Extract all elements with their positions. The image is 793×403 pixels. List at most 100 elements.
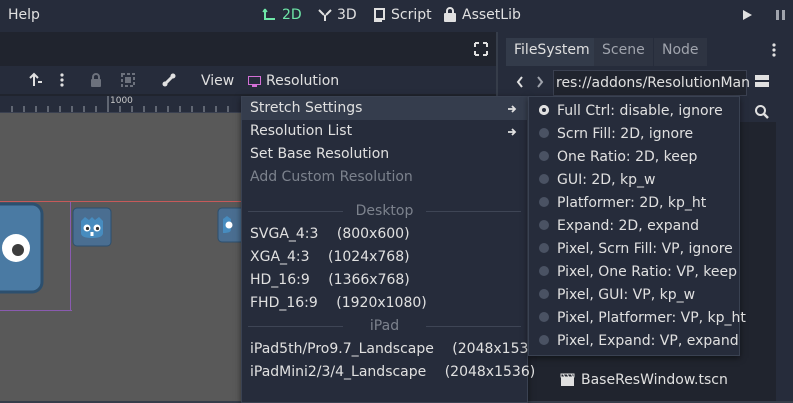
stretch-option-label: Pixel, Scrn Fill: VP, ignore <box>557 241 733 257</box>
menu-item-label: Add Custom Resolution <box>250 169 413 185</box>
pause-button[interactable] <box>774 8 788 26</box>
stretch-option-label: Platformer: 2D, kp_ht <box>557 195 707 211</box>
menu-item-resolution-list[interactable]: Resolution List <box>242 120 527 143</box>
stretch-option[interactable]: Pixel, GUI: VP, kp_w <box>529 284 739 307</box>
stretch-option-label: Pixel, Expand: VP, expand <box>557 333 739 349</box>
tab-scene[interactable]: Scene <box>594 38 653 66</box>
lock-button[interactable] <box>88 72 104 92</box>
stretch-settings-submenu: Full Ctrl: disable, ignore Scrn Fill: 2D… <box>528 96 746 356</box>
stretch-option-label: GUI: 2D, kp_w <box>557 172 656 188</box>
chevron-left-icon <box>516 76 523 88</box>
snap-options-button[interactable] <box>58 72 66 92</box>
stretch-option-label: Expand: 2D, expand <box>557 218 699 234</box>
play-button[interactable] <box>740 8 754 26</box>
stretch-option[interactable]: Platformer: 2D, kp_ht <box>529 192 739 215</box>
play-icon <box>743 10 752 20</box>
stretch-option[interactable]: Scrn Fill: 2D, ignore <box>529 123 739 146</box>
resolution-name: SVGA_4:3 <box>250 226 319 242</box>
split-mode-icon <box>755 75 769 87</box>
snap-toggle[interactable] <box>28 72 44 92</box>
expand-icon <box>474 42 488 56</box>
godot-icon-partial[interactable] <box>217 207 255 247</box>
resolution-item[interactable]: XGA_4:3 (1024x768) <box>242 246 527 269</box>
tab-node[interactable]: Node <box>654 38 707 66</box>
godot-logo-icon <box>72 207 112 247</box>
radio-icon <box>539 243 549 253</box>
stretch-option-label: One Ratio: 2D, keep <box>557 149 698 165</box>
lock-icon <box>91 73 101 87</box>
godot-icon-large[interactable] <box>0 202 44 298</box>
pause-icon <box>776 10 785 20</box>
workspace-2d-label: 2D <box>282 7 302 23</box>
tab-filesystem[interactable]: FileSystem <box>506 38 598 66</box>
distraction-free-button[interactable] <box>474 42 488 60</box>
search-icon <box>755 105 769 119</box>
search-button[interactable] <box>754 104 770 124</box>
resolution-name: FHD_16:9 <box>250 295 318 311</box>
resolution-item[interactable]: SVGA_4:3 (800x600) <box>242 223 527 246</box>
assetlib-icon <box>444 7 456 22</box>
menu-item-label: Resolution List <box>250 123 353 139</box>
group-icon <box>121 73 135 87</box>
split-view-button[interactable] <box>754 73 770 93</box>
menu-item-set-base-resolution[interactable]: Set Base Resolution <box>242 143 527 166</box>
history-back-button[interactable] <box>515 75 525 93</box>
stretch-option[interactable]: Full Ctrl: disable, ignore <box>529 100 739 123</box>
workspace-assetlib-label: AssetLib <box>462 7 521 23</box>
workspace-script-label: Script <box>391 7 432 23</box>
stretch-option[interactable]: One Ratio: 2D, keep <box>529 146 739 169</box>
snap-icon <box>29 72 42 86</box>
stretch-option[interactable]: GUI: 2D, kp_w <box>529 169 739 192</box>
scene-file-icon <box>560 373 575 386</box>
radio-icon <box>539 174 549 184</box>
stretch-option-label: Scrn Fill: 2D, ignore <box>557 126 694 142</box>
stretch-option-label: Pixel, GUI: VP, kp_w <box>557 287 696 303</box>
radio-icon <box>539 289 549 299</box>
stretch-option[interactable]: Pixel, Expand: VP, expand <box>529 330 739 353</box>
group-button[interactable] <box>120 72 136 92</box>
history-forward-button[interactable] <box>535 75 545 93</box>
stretch-option[interactable]: Pixel, Scrn Fill: VP, ignore <box>529 238 739 261</box>
3d-icon <box>318 9 332 21</box>
file-name: BaseResWindow.tscn <box>581 372 728 388</box>
resolution-item[interactable]: iPadMini2/3/4_Landscape (2048x1536) <box>242 361 535 384</box>
workspace-script-button[interactable]: Script <box>371 7 432 23</box>
selection-rect-bottom <box>0 310 72 311</box>
kebab-icon <box>772 43 776 57</box>
menu-item-stretch-settings[interactable]: Stretch Settings <box>242 97 527 120</box>
radio-icon <box>539 197 549 207</box>
file-row[interactable]: BaseResWindow.tscn <box>560 372 728 388</box>
dock-options-button[interactable] <box>770 42 778 62</box>
godot-icon-small[interactable] <box>72 207 112 251</box>
stretch-option-label: Pixel, One Ratio: VP, keep <box>557 264 737 280</box>
resolution-popup-menu: Stretch Settings Resolution List Set Bas… <box>241 96 543 403</box>
stretch-option[interactable]: Pixel, Platformer: VP, kp_ht <box>529 307 746 330</box>
kebab-icon <box>60 73 64 87</box>
section-header-desktop: Desktop <box>242 200 527 223</box>
resolution-name: iPadMini2/3/4_Landscape <box>250 364 427 380</box>
view-menu[interactable]: View <box>201 73 234 89</box>
resolution-menu-icon <box>248 75 261 91</box>
godot-logo-icon <box>217 207 255 243</box>
path-field[interactable]: res://addons/ResolutionMan <box>553 70 750 96</box>
ruler-label: 1000 <box>110 96 133 106</box>
radio-icon <box>539 266 549 276</box>
stretch-option[interactable]: Expand: 2D, expand <box>529 215 739 238</box>
stretch-option[interactable]: Pixel, One Ratio: VP, keep <box>529 261 739 284</box>
resolution-name: HD_16:9 <box>250 272 310 288</box>
bone-button[interactable] <box>161 72 177 92</box>
workspace-3d-button[interactable]: 3D <box>317 7 357 23</box>
resolution-size: (800x600) <box>336 226 410 242</box>
resolution-item[interactable]: HD_16:9 (1366x768) <box>242 269 527 292</box>
resolution-menu[interactable]: Resolution <box>266 73 339 89</box>
workspace-assetlib-button[interactable]: AssetLib <box>442 7 521 23</box>
resolution-item[interactable]: FHD_16:9 (1920x1080) <box>242 292 527 315</box>
workspace-2d-button[interactable]: 2D <box>262 7 302 23</box>
godot-logo-icon <box>0 202 44 294</box>
resolution-size: (1366x768) <box>328 272 410 288</box>
stretch-option-label: Full Ctrl: disable, ignore <box>557 103 723 119</box>
resolution-item[interactable]: iPad5th/Pro9.7_Landscape (2048x1536) <box>242 338 543 361</box>
resolution-size: (1024x768) <box>328 249 410 265</box>
resolution-size: (2048x1536) <box>444 364 536 380</box>
help-menu[interactable]: Help <box>8 7 40 23</box>
